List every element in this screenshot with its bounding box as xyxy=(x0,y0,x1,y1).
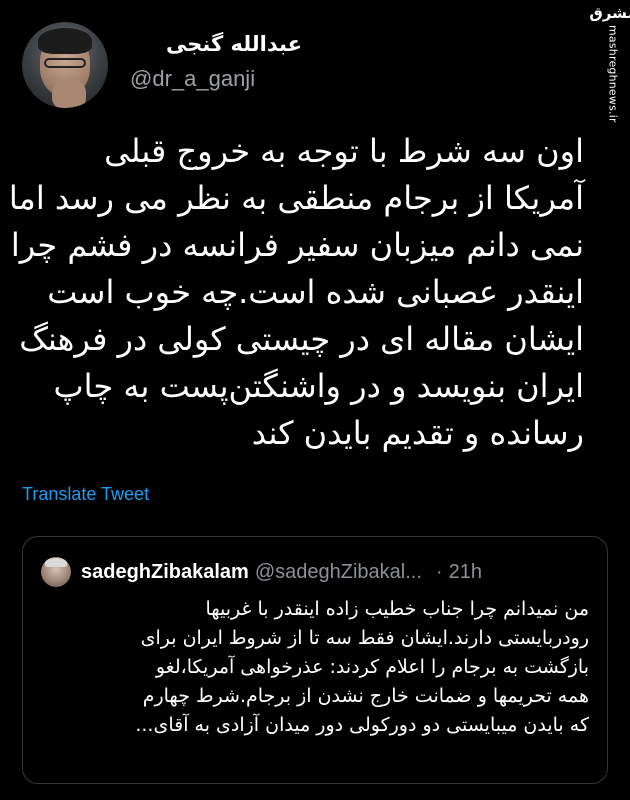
author-names: عبدالله گنجی @dr_a_ganji xyxy=(130,32,430,92)
avatar-glasses xyxy=(44,58,86,68)
watermark: مشرق mashreghnews.ir xyxy=(589,6,630,123)
author-display-name[interactable]: عبدالله گنجی xyxy=(166,32,302,56)
quoted-tweet-header: sadeghZibakalam @sadeghZibakal... · 21h xyxy=(41,557,593,587)
tweet-line: ایران بنویسد و در واشنگتن‌پست به چاپ xyxy=(53,367,584,405)
watermark-logo: مشرق xyxy=(589,4,630,22)
quoted-tweet-body: من نمیدانم چرا جناب خطیب زاده اینقدر با … xyxy=(41,595,589,740)
author-avatar[interactable] xyxy=(22,22,108,108)
avatar-hair xyxy=(38,28,92,54)
quoted-tweet-time[interactable]: 21h xyxy=(449,561,482,584)
avatar-hand xyxy=(52,80,86,108)
watermark-url: mashreghnews.ir xyxy=(606,25,620,123)
tweet-line: رسانده و تقدیم بایدن کند xyxy=(251,414,584,452)
quoted-tweet-line: بازگشت به برجام را اعلام کردند: عذرخواهی… xyxy=(155,656,589,678)
tweet-line: نمی دانم میزبان سفیر فرانسه در فشم چرا xyxy=(10,226,584,264)
translate-tweet-link[interactable]: Translate Tweet xyxy=(22,484,149,505)
tweet-line: اون سه شرط با توجه به خروج قبلی xyxy=(104,132,584,170)
tweet-line: آمریکا از برجام منطقی به نظر می رسد اما xyxy=(8,179,584,217)
quoted-tweet[interactable]: sadeghZibakalam @sadeghZibakal... · 21h … xyxy=(22,536,608,784)
quoted-tweet-line: همه تحریمها و ضمانت خارج نشدن از برجام.ش… xyxy=(142,685,589,707)
quoted-tweet-line: که بایدن میبایستی دو دورکولی دور میدان آ… xyxy=(135,714,589,736)
tweet-line: اینقدر عصبانی شده است.چه خوب است xyxy=(47,273,584,311)
separator-dot: · xyxy=(435,560,443,583)
quoted-tweet-line: رودربایستی دارند.ایشان فقط سه تا از شروط… xyxy=(140,627,589,649)
tweet-line: ایشان مقاله ای در چیستی کولی در فرهنگ xyxy=(19,320,584,358)
quoted-author-avatar[interactable] xyxy=(41,557,71,587)
quoted-tweet-line: من نمیدانم چرا جناب خطیب زاده اینقدر با … xyxy=(205,598,589,620)
author-handle[interactable]: @dr_a_ganji xyxy=(130,66,430,92)
tweet-body: اون سه شرط با توجه به خروج قبلی آمریکا ا… xyxy=(8,128,584,457)
quoted-author-name[interactable]: sadeghZibakalam xyxy=(81,561,249,584)
quoted-author-handle[interactable]: @sadeghZibakal... xyxy=(255,561,422,584)
